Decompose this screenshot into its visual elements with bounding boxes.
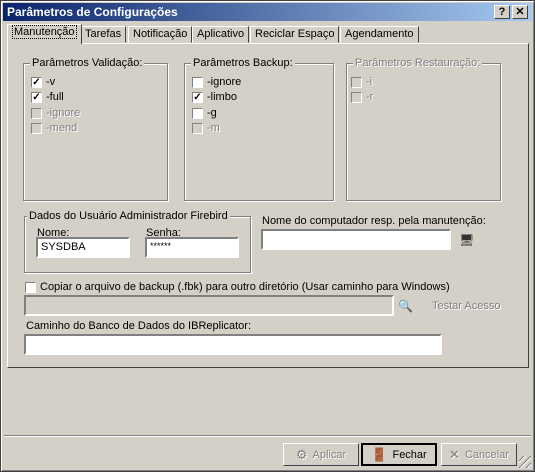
cancelar-button: ✕ Cancelar [441,443,517,466]
computador-label: Nome do computador resp. pela manutenção… [262,215,486,227]
group-validacao-title: Parâmetros Validação: [30,57,145,69]
checkbox-v-box[interactable]: ✓ [31,76,42,88]
checkbox-copiar-box[interactable] [25,281,36,293]
group-restauracao: Parâmetros Restauração: -i -r [346,57,501,201]
cancel-icon: ✕ [449,446,460,462]
computer-icon[interactable]: 🖥 [459,233,474,247]
group-admin: Dados do Usuário Administrador Firebird … [24,210,251,273]
copiar-path-input [24,295,394,316]
checkbox-ignore-backup[interactable]: -ignore [192,76,241,88]
resize-grip[interactable] [519,456,531,468]
checkbox-i-box [351,76,362,88]
tab-reciclar-espaco[interactable]: Reciclar Espaço [250,26,340,43]
checkbox-full[interactable]: ✓ -full [31,91,64,103]
caminho-label: Caminho do Banco de Dados do IBReplicato… [26,320,252,332]
checkbox-limbo-box[interactable]: ✓ [192,91,203,103]
senha-input[interactable]: ****** [145,237,239,258]
checkbox-r: -r [351,91,373,103]
checkbox-full-box[interactable]: ✓ [31,91,42,103]
tab-panel-manutencao: Parâmetros Validação: ✓ -v ✓ -full -ignore… [7,43,529,368]
checkbox-m-box [192,122,203,134]
nome-input[interactable]: SYSDBA [36,237,130,258]
tab-agendamento[interactable]: Agendamento [340,26,419,43]
door-icon: 🚪 [371,446,388,462]
help-button[interactable]: ? [494,5,510,19]
apply-icon: ⚙ [295,446,308,462]
checkbox-g[interactable]: -g [192,107,217,119]
group-backup: Parâmetros Backup: -ignore ✓ -limbo -g -m [184,57,334,201]
group-admin-title: Dados do Usuário Administrador Firebird [27,210,230,222]
close-button[interactable]: ✕ [512,5,528,19]
tab-manutencao[interactable]: Manutenção [7,24,82,44]
checkbox-ignore-validacao: -ignore [31,107,80,119]
checkbox-m: -m [192,122,220,134]
aplicar-button: ⚙ Aplicar [283,443,359,466]
fechar-button[interactable]: 🚪 Fechar [361,443,437,466]
binoculars-icon: 🔍 [398,299,413,313]
checkbox-ignore-validacao-box [31,107,42,119]
checkbox-v[interactable]: ✓ -v [31,76,55,88]
checkbox-mend: -mend [31,122,77,134]
caminho-input[interactable] [24,334,442,355]
window-title: Parâmetros de Configurações [7,5,178,19]
bottom-divider [4,435,531,437]
group-backup-title: Parâmetros Backup: [191,57,295,69]
group-restauracao-title: Parâmetros Restauração: [353,57,483,69]
tab-tarefas[interactable]: Tarefas [80,26,127,43]
title-bar[interactable]: Parâmetros de Configurações ? ✕ [3,3,532,21]
testar-acesso-link: Testar Acesso [432,300,501,312]
config-window: Parâmetros de Configurações ? ✕ Manutenç… [0,0,535,472]
tab-aplicativo[interactable]: Aplicativo [192,26,250,43]
checkbox-ignore-backup-box[interactable] [192,76,203,88]
computador-input[interactable] [261,229,451,250]
checkbox-mend-box [31,122,42,134]
checkbox-copiar[interactable]: Copiar o arquivo de backup (.fbk) para o… [25,281,450,293]
checkbox-r-box [351,91,362,103]
checkbox-limbo[interactable]: ✓ -limbo [192,91,237,103]
tab-notificacao[interactable]: Notificação [128,26,193,43]
checkbox-g-box[interactable] [192,107,203,119]
checkbox-i: -i [351,76,372,88]
group-validacao: Parâmetros Validação: ✓ -v ✓ -full -ignore… [23,57,168,201]
